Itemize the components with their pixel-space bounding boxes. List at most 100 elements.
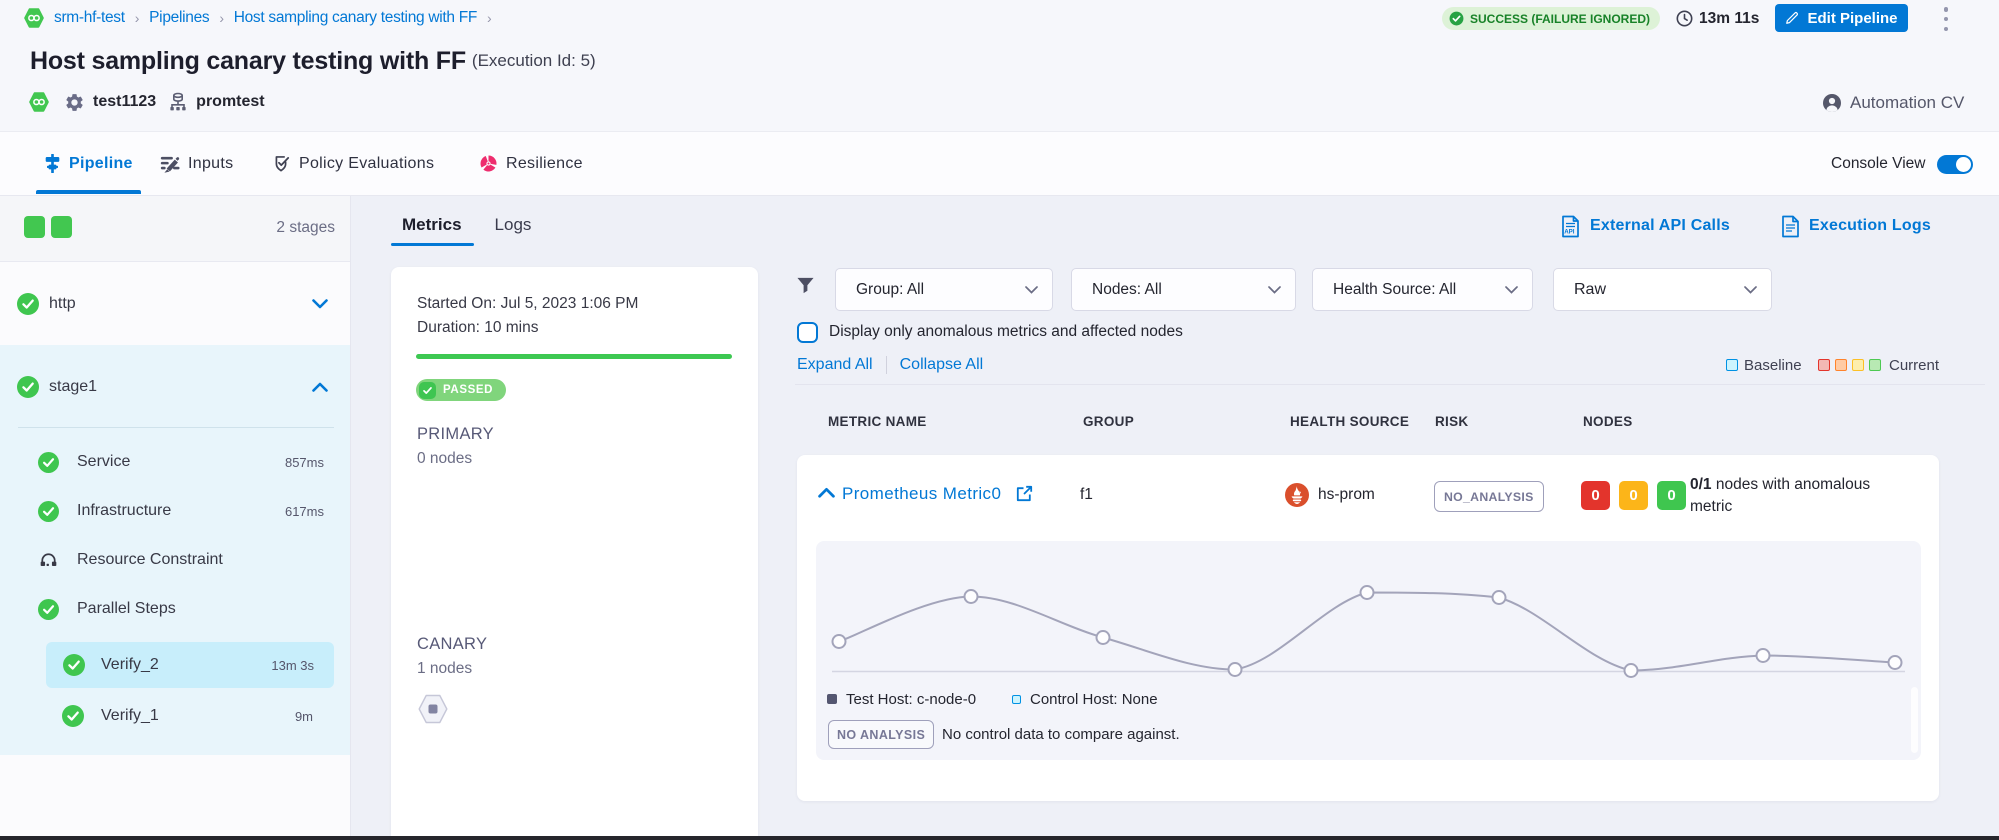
chart-point bbox=[965, 590, 978, 603]
step-row-verify-2[interactable]: Verify_2 13m 3s bbox=[46, 642, 334, 688]
verification-summary-card: Started On: Jul 5, 2023 1:06 PM Duration… bbox=[391, 267, 758, 836]
stage-name: stage1 bbox=[49, 378, 97, 396]
primary-group-nodes: 0 nodes bbox=[417, 450, 472, 468]
anomalous-checkbox[interactable] bbox=[797, 322, 818, 343]
duration-row: 13m 11s bbox=[1676, 7, 1759, 30]
tab-policy-evaluations[interactable]: Policy Evaluations bbox=[273, 132, 434, 195]
bottom-edge bbox=[0, 836, 1999, 840]
success-check-icon bbox=[1449, 11, 1464, 26]
stage-row-http[interactable]: http bbox=[0, 262, 350, 345]
user-icon bbox=[1822, 93, 1842, 113]
stage-status-square[interactable] bbox=[24, 216, 45, 238]
metric-name-link[interactable]: Prometheus Metric0 bbox=[842, 484, 1001, 504]
check-circle-icon bbox=[63, 654, 85, 676]
check-circle-icon bbox=[38, 501, 59, 522]
svg-text:API: API bbox=[1564, 228, 1575, 235]
edit-pipeline-button[interactable]: Edit Pipeline bbox=[1775, 4, 1908, 32]
edit-pipeline-label: Edit Pipeline bbox=[1807, 10, 1897, 27]
tab-metrics[interactable]: Metrics bbox=[402, 215, 462, 235]
step-row-parallel-steps[interactable]: Parallel Steps bbox=[0, 587, 350, 631]
chart-point bbox=[1625, 664, 1638, 677]
col-header-group: GROUP bbox=[1083, 414, 1134, 429]
step-row-verify-1[interactable]: Verify_1 9m bbox=[0, 694, 350, 738]
summary-tabs: Metrics Logs bbox=[402, 210, 531, 240]
metric-row-card: Prometheus Metric0 f1 hs-prom NO_ANALYSI… bbox=[797, 455, 1939, 801]
filter-icon[interactable] bbox=[796, 276, 815, 295]
api-document-icon: API bbox=[1560, 215, 1581, 238]
control-host-label: Control Host: None bbox=[1030, 691, 1158, 708]
resource-constraint-icon bbox=[38, 550, 59, 571]
pencil-icon bbox=[1785, 11, 1799, 25]
document-icon bbox=[1781, 215, 1800, 238]
console-view-toggle[interactable] bbox=[1937, 155, 1973, 174]
breadcrumb-project[interactable]: srm-hf-test bbox=[54, 9, 125, 27]
canary-group-nodes: 1 nodes bbox=[417, 660, 472, 678]
chevron-up-icon[interactable] bbox=[818, 487, 835, 498]
check-circle-icon bbox=[38, 599, 59, 620]
step-name: Service bbox=[77, 453, 130, 471]
data-type-dropdown[interactable]: Raw bbox=[1553, 268, 1772, 311]
stage-status-square[interactable] bbox=[51, 216, 72, 238]
data-type-value: Raw bbox=[1574, 281, 1606, 299]
started-on-label: Started On: Jul 5, 2023 1:06 PM bbox=[417, 295, 638, 313]
step-duration: 13m 3s bbox=[271, 658, 314, 673]
baseline-legend: Baseline bbox=[1726, 356, 1802, 374]
step-row-service[interactable]: Service 857ms bbox=[0, 440, 350, 484]
nodes-filter-dropdown[interactable]: Nodes: All bbox=[1071, 268, 1296, 311]
status-badge-label: SUCCESS (FAILURE IGNORED) bbox=[1470, 12, 1650, 26]
more-options-menu[interactable] bbox=[1940, 7, 1952, 31]
tab-resilience[interactable]: Resilience bbox=[479, 132, 583, 195]
collapse-all-link[interactable]: Collapse All bbox=[900, 356, 984, 374]
breadcrumb: srm-hf-test › Pipelines › Host sampling … bbox=[24, 7, 491, 29]
breadcrumb-separator: › bbox=[219, 10, 223, 26]
section-divider bbox=[18, 427, 334, 428]
no-analysis-badge-label: NO ANALYSIS bbox=[837, 728, 925, 742]
chevron-up-icon[interactable] bbox=[312, 382, 328, 392]
col-header-health-source: HEALTH SOURCE bbox=[1290, 414, 1409, 429]
chevron-down-icon bbox=[1025, 286, 1038, 294]
service-name: test1123 bbox=[93, 93, 156, 111]
check-circle-icon bbox=[17, 376, 39, 398]
chart-series-line bbox=[839, 593, 1895, 671]
tab-logs[interactable]: Logs bbox=[495, 215, 532, 235]
anomalous-checkbox-label: Display only anomalous metrics and affec… bbox=[829, 323, 1183, 341]
external-api-calls-link[interactable]: API External API Calls bbox=[1560, 214, 1730, 238]
current-green-swatch bbox=[1869, 359, 1881, 371]
triggered-by-label: Automation CV bbox=[1850, 93, 1964, 113]
triggered-by: Automation CV bbox=[1822, 92, 1964, 113]
current-legend: Current bbox=[1818, 356, 1939, 374]
step-row-infrastructure[interactable]: Infrastructure 617ms bbox=[0, 489, 350, 533]
breadcrumb-pipelines[interactable]: Pipelines bbox=[149, 9, 209, 27]
anomalous-count-green: 0 bbox=[1657, 481, 1686, 510]
stage-row-stage1[interactable]: stage1 bbox=[0, 345, 350, 428]
execution-logs-label: Execution Logs bbox=[1809, 217, 1931, 235]
expand-all-link[interactable]: Expand All bbox=[797, 356, 873, 374]
step-row-resource-constraint[interactable]: Resource Constraint bbox=[0, 538, 350, 582]
external-link-icon[interactable] bbox=[1016, 485, 1033, 502]
harness-logo-icon bbox=[29, 92, 49, 112]
execution-logs-link[interactable]: Execution Logs bbox=[1781, 214, 1931, 238]
group-filter-dropdown[interactable]: Group: All bbox=[835, 268, 1053, 311]
stage-count-strip: 2 stages bbox=[0, 196, 350, 262]
tab-pipeline[interactable]: Pipeline bbox=[44, 132, 133, 195]
chart-point bbox=[1493, 591, 1506, 604]
tab-inputs[interactable]: Inputs bbox=[160, 132, 233, 195]
chart-point bbox=[1757, 649, 1770, 662]
col-header-metric-name: METRIC NAME bbox=[828, 414, 927, 429]
risk-badge: NO_ANALYSIS bbox=[1434, 481, 1544, 512]
breadcrumb-pipeline-name[interactable]: Host sampling canary testing with FF bbox=[234, 9, 477, 27]
tab-pipeline-label: Pipeline bbox=[69, 155, 133, 173]
current-legend-label: Current bbox=[1889, 357, 1939, 374]
tab-resilience-label: Resilience bbox=[506, 155, 583, 173]
canary-node-icon[interactable] bbox=[417, 694, 449, 724]
harness-pipeline-execution-page: srm-hf-test › Pipelines › Host sampling … bbox=[0, 0, 1999, 840]
tab-inputs-label: Inputs bbox=[188, 155, 233, 173]
chart-point bbox=[1229, 663, 1242, 676]
page-header: srm-hf-test › Pipelines › Host sampling … bbox=[0, 0, 1999, 131]
count-red-value: 0 bbox=[1591, 487, 1599, 504]
anomalous-filter-row: Display only anomalous metrics and affec… bbox=[797, 320, 1183, 344]
metric-chart-panel: Test Host: c-node-0 Control Host: None N… bbox=[816, 541, 1921, 760]
health-source-filter-dropdown[interactable]: Health Source: All bbox=[1312, 268, 1533, 311]
chart-scrollbar-thumb[interactable] bbox=[1911, 687, 1918, 753]
chevron-down-icon[interactable] bbox=[312, 299, 328, 309]
